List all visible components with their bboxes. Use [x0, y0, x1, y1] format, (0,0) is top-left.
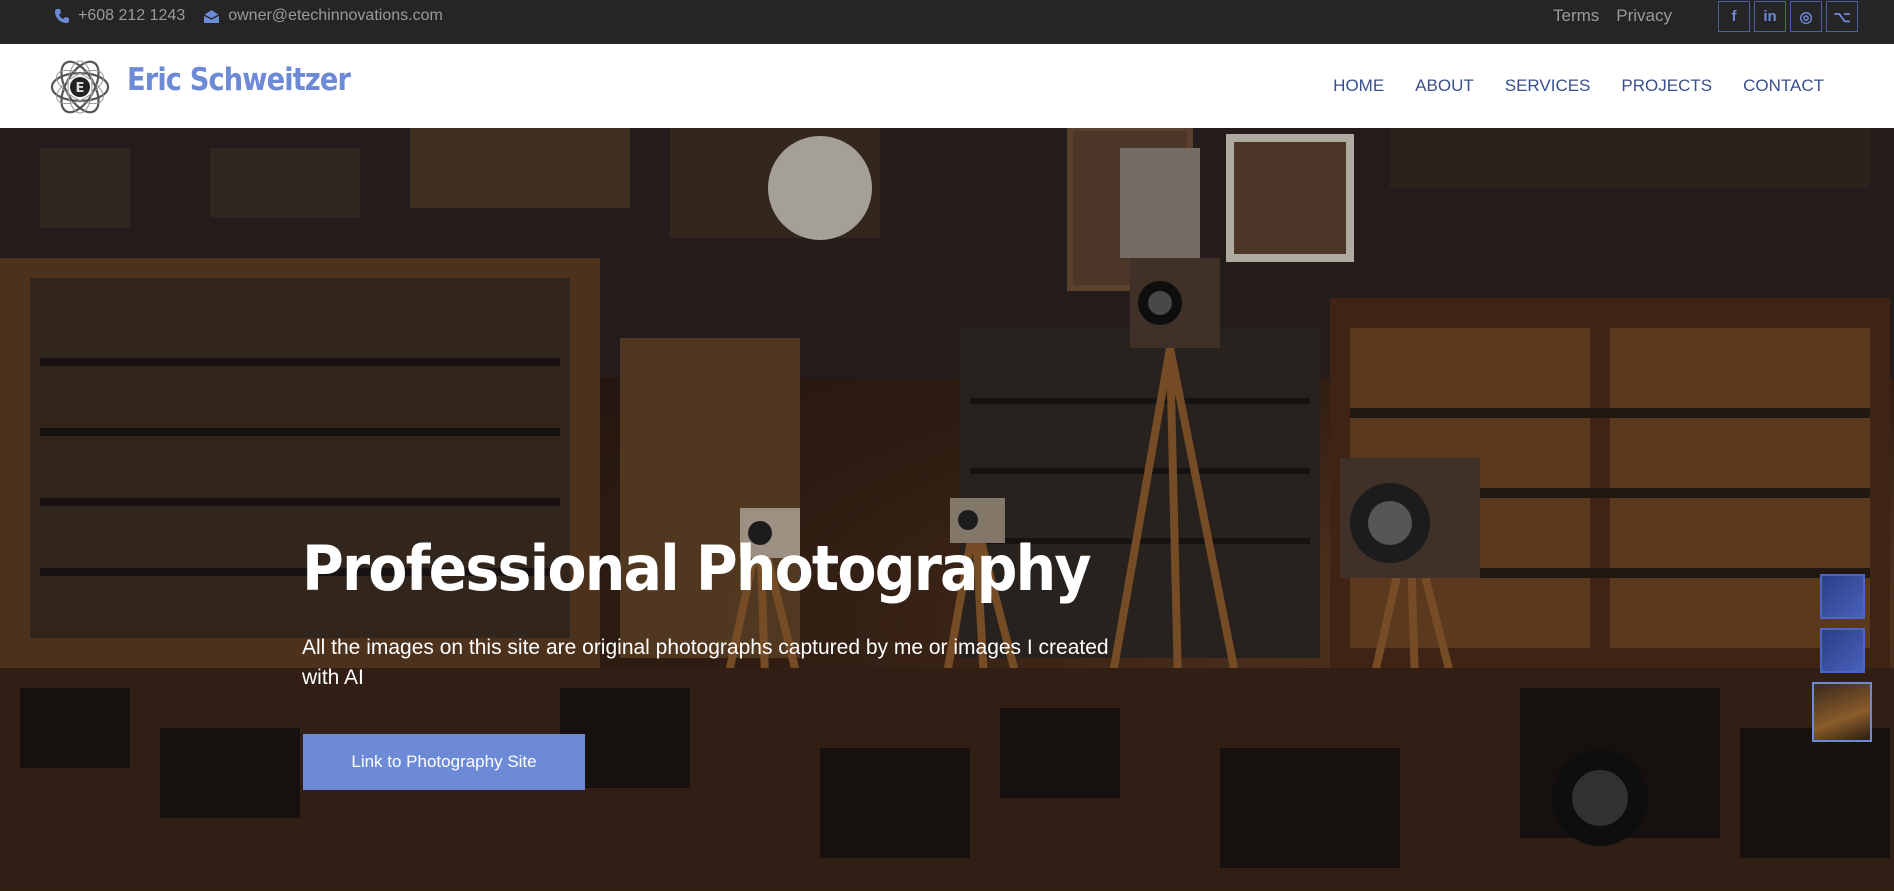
contact-info: +608 212 1243 owner@etechinnovations.com — [54, 0, 443, 32]
phone-number: +608 212 1243 — [78, 7, 186, 24]
hero-subtitle: All the images on this site are original… — [302, 636, 1109, 689]
slide-thumbnail[interactable] — [1819, 574, 1865, 619]
social-links: f in ◎ ⌥ — [1718, 1, 1858, 32]
nav-home[interactable]: HOME — [1333, 76, 1384, 96]
linkedin-icon[interactable]: in — [1754, 1, 1786, 32]
site-header: E Eric Schweitzer HOME ABOUT SERVICES PR… — [0, 44, 1894, 128]
nav-projects[interactable]: PROJECTS — [1621, 76, 1712, 96]
envelope-icon — [203, 9, 220, 23]
github-icon[interactable]: ⌥ — [1826, 1, 1858, 32]
hero-section: Professional Photography All the images … — [0, 128, 1894, 891]
privacy-link[interactable]: Privacy — [1616, 6, 1672, 26]
photography-site-button[interactable]: Link to Photography Site — [303, 734, 585, 790]
nav-about[interactable]: ABOUT — [1415, 76, 1474, 96]
phone-icon — [55, 9, 69, 23]
slider-thumbnails — [1812, 574, 1872, 742]
top-links: Terms Privacy — [1553, 0, 1689, 32]
nav-services[interactable]: SERVICES — [1505, 76, 1591, 96]
hero-title: Professional Photography — [302, 532, 1092, 605]
nav-contact[interactable]: CONTACT — [1743, 76, 1824, 96]
logo-icon[interactable]: E — [48, 55, 112, 119]
slide-thumbnail-active[interactable] — [1812, 682, 1872, 742]
email-address: owner@etechinnovations.com — [228, 7, 443, 24]
terms-link[interactable]: Terms — [1553, 6, 1599, 26]
email-item[interactable]: owner@etechinnovations.com — [203, 7, 443, 25]
top-bar: +608 212 1243 owner@etechinnovations.com… — [0, 0, 1894, 44]
phone-item[interactable]: +608 212 1243 — [54, 7, 185, 25]
brand-name[interactable]: Eric Schweitzer — [127, 62, 351, 98]
instagram-icon[interactable]: ◎ — [1790, 1, 1822, 32]
svg-text:E: E — [76, 81, 85, 96]
slide-thumbnail[interactable] — [1819, 628, 1865, 673]
hero-overlay — [0, 128, 1894, 891]
main-nav: HOME ABOUT SERVICES PROJECTS CONTACT — [1333, 44, 1824, 128]
facebook-icon[interactable]: f — [1718, 1, 1750, 32]
